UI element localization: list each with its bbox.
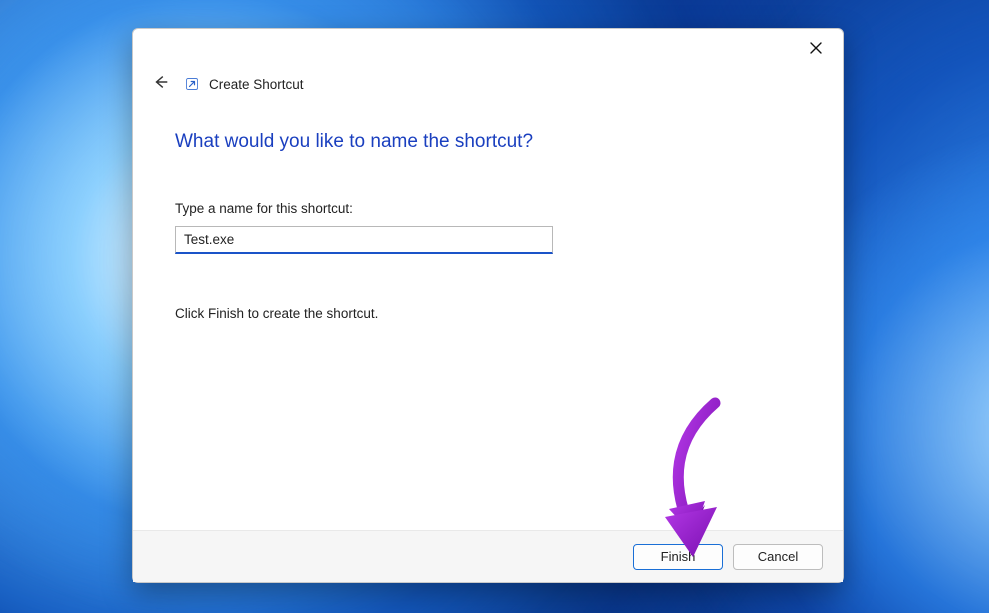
shortcut-name-input[interactable] [175, 226, 553, 254]
dialog-title: Create Shortcut [209, 77, 304, 92]
cancel-button[interactable]: Cancel [733, 544, 823, 570]
shortcut-name-label: Type a name for this shortcut: [175, 201, 801, 216]
dialog-footer: Finish Cancel [133, 530, 843, 582]
instruction-text: Click Finish to create the shortcut. [175, 306, 801, 321]
back-arrow-icon [152, 73, 170, 96]
titlebar [133, 29, 843, 71]
dialog-body: What would you like to name the shortcut… [133, 97, 843, 530]
page-heading: What would you like to name the shortcut… [175, 131, 801, 153]
dialog-header: Create Shortcut [133, 71, 843, 97]
back-button[interactable] [147, 70, 175, 98]
close-icon [810, 41, 822, 57]
create-shortcut-dialog: Create Shortcut What would you like to n… [132, 28, 844, 583]
close-button[interactable] [793, 33, 839, 65]
shortcut-icon [185, 77, 199, 91]
finish-button[interactable]: Finish [633, 544, 723, 570]
